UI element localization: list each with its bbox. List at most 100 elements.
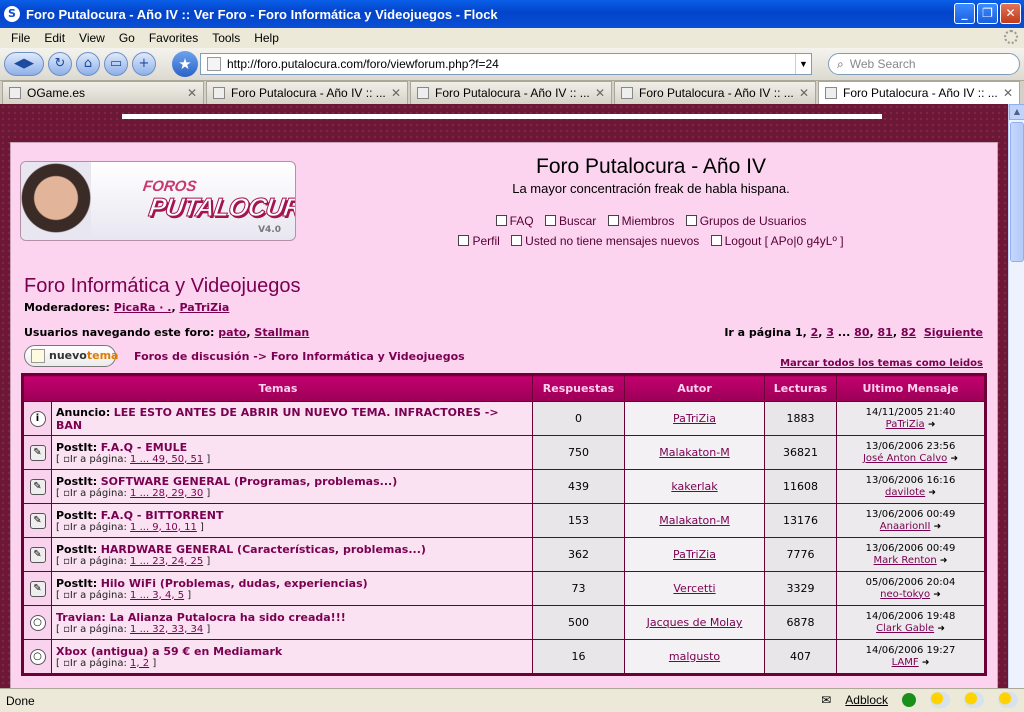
author-link[interactable]: Vercetti: [673, 582, 715, 595]
url-field[interactable]: http://foro.putalocura.com/foro/viewforu…: [200, 53, 812, 75]
go-to-post-icon[interactable]: ➜: [940, 556, 948, 566]
author-link[interactable]: kakerlak: [671, 480, 717, 493]
menu-tools[interactable]: Tools: [205, 31, 247, 45]
forum-title[interactable]: Foro Informática y Videojuegos: [24, 275, 300, 298]
page-links[interactable]: 1 ... 3, 4, 5: [130, 590, 184, 601]
back-forward-button[interactable]: ◀▶: [4, 52, 44, 76]
url-dropdown-icon[interactable]: ▼: [795, 54, 811, 74]
author-link[interactable]: Jacques de Molay: [647, 616, 743, 629]
tab-putalocura-1[interactable]: Foro Putalocura - Año IV :: ... ✕: [206, 81, 408, 104]
maximize-button[interactable]: ❐: [977, 3, 998, 24]
last-post-user[interactable]: LAMF: [892, 657, 919, 668]
menu-favorites[interactable]: Favorites: [142, 31, 205, 45]
new-topic-button[interactable]: nuevotema: [24, 345, 118, 367]
page-links[interactable]: 1 ... 32, 33, 34: [130, 624, 203, 635]
go-to-post-icon[interactable]: ➜: [928, 488, 936, 498]
page-link[interactable]: 82: [901, 326, 916, 339]
home-icon[interactable]: ⌂: [76, 52, 100, 76]
moderator-link[interactable]: PicaRa · .: [114, 301, 172, 314]
mail-icon[interactable]: ✉: [821, 693, 831, 707]
site-logo[interactable]: FOROS PUTALOCURA V4.0: [20, 161, 296, 241]
screen-icon[interactable]: ▭: [104, 52, 128, 76]
new-tab-icon[interactable]: +: [132, 52, 156, 76]
go-to-post-icon[interactable]: ➜: [922, 658, 930, 668]
go-to-post-icon[interactable]: ➜: [934, 522, 942, 532]
menu-view[interactable]: View: [72, 31, 112, 45]
author-link[interactable]: PaTriZia: [673, 412, 716, 425]
go-to-post-icon[interactable]: ➜: [950, 454, 958, 464]
topic-title-link[interactable]: LEE ESTO ANTES DE ABRIR UN NUEVO TEMA. I…: [56, 406, 499, 432]
last-post-user[interactable]: neo-tokyo: [880, 589, 930, 600]
page-link[interactable]: 81: [878, 326, 893, 339]
reload-icon[interactable]: ↻: [48, 52, 72, 76]
last-post-user[interactable]: José Anton Calvo: [863, 453, 947, 464]
favorite-star-icon[interactable]: ★: [172, 51, 198, 77]
logout-link[interactable]: Logout [ APo|0 g4yLº ]: [710, 234, 844, 248]
menu-help[interactable]: Help: [247, 31, 286, 45]
scroll-up-icon[interactable]: ▲: [1009, 104, 1024, 120]
close-tab-icon[interactable]: ✕: [595, 86, 605, 100]
topic-title-link[interactable]: F.A.Q - BITTORRENT: [101, 509, 224, 522]
topic-title-link[interactable]: F.A.Q - EMULE: [101, 441, 187, 454]
messages-link[interactable]: Usted no tiene mensajes nuevos: [511, 234, 699, 248]
vertical-scrollbar[interactable]: ▲: [1008, 104, 1024, 688]
close-window-button[interactable]: ✕: [1000, 3, 1021, 24]
topic-title-link[interactable]: SOFTWARE GENERAL (Programas, problemas..…: [101, 475, 398, 488]
tab-ogame[interactable]: OGame.es ✕: [2, 81, 204, 104]
topic-title-link[interactable]: Xbox (antigua) a 59 € en Mediamark: [56, 645, 282, 658]
menu-go[interactable]: Go: [112, 31, 142, 45]
go-to-post-icon[interactable]: ➜: [933, 590, 941, 600]
author-link[interactable]: PaTriZia: [673, 548, 716, 561]
tab-putalocura-3[interactable]: Foro Putalocura - Año IV :: ... ✕: [614, 81, 816, 104]
page-link[interactable]: 2: [811, 326, 819, 339]
breadcrumb[interactable]: Foros de discusión -> Foro Informática y…: [134, 350, 465, 363]
last-post-user[interactable]: Mark Renton: [874, 555, 937, 566]
flock-app-icon: S: [4, 6, 20, 22]
go-to-post-icon[interactable]: ➜: [937, 624, 945, 634]
page-link[interactable]: 80: [854, 326, 869, 339]
last-post-user[interactable]: Clark Gable: [876, 623, 934, 634]
pages-icon: ▫: [63, 555, 70, 567]
last-post-user[interactable]: davilote: [885, 487, 925, 498]
faq-icon: [495, 215, 507, 226]
author-link[interactable]: malgusto: [669, 650, 720, 663]
moderator-link[interactable]: PaTriZia: [180, 301, 230, 314]
miembros-link[interactable]: Miembros: [607, 214, 674, 228]
author-cell: Malakaton-M: [624, 435, 765, 470]
close-tab-icon[interactable]: ✕: [187, 86, 197, 100]
go-to-post-icon[interactable]: ➜: [928, 420, 936, 430]
topic-title-link[interactable]: Travian: La Alianza Putalocra ha sido cr…: [56, 611, 346, 624]
scroll-thumb[interactable]: [1010, 122, 1024, 262]
last-post-user[interactable]: AnaarionII: [880, 521, 931, 532]
close-tab-icon[interactable]: ✕: [1003, 86, 1013, 100]
buscar-link[interactable]: Buscar: [544, 214, 596, 228]
tab-putalocura-active[interactable]: Foro Putalocura - Año IV :: ... ✕: [818, 81, 1020, 104]
sticky-topic-icon: ✎: [29, 580, 46, 597]
close-tab-icon[interactable]: ✕: [391, 86, 401, 100]
author-link[interactable]: Malakaton-M: [659, 514, 729, 527]
page-links[interactable]: 1 ... 49, 50, 51: [130, 454, 203, 465]
user-link[interactable]: pato: [218, 326, 246, 339]
tab-putalocura-2[interactable]: Foro Putalocura - Año IV :: ... ✕: [410, 81, 612, 104]
topic-title-link[interactable]: Hilo WiFi (Problemas, dudas, experiencia…: [101, 577, 368, 590]
minimize-button[interactable]: _: [954, 3, 975, 24]
page-links[interactable]: 1 ... 9, 10, 11: [130, 522, 197, 533]
page-links[interactable]: 1 ... 23, 24, 25: [130, 556, 203, 567]
perfil-link[interactable]: Perfil: [458, 234, 500, 248]
menu-file[interactable]: File: [4, 31, 37, 45]
author-link[interactable]: Malakaton-M: [659, 446, 729, 459]
mark-all-read-link[interactable]: Marcar todos los temas como leidos: [780, 358, 983, 369]
close-tab-icon[interactable]: ✕: [799, 86, 809, 100]
faq-link[interactable]: FAQ: [495, 214, 534, 228]
topic-title-link[interactable]: HARDWARE GENERAL (Características, probl…: [101, 543, 426, 556]
page-link[interactable]: 3: [826, 326, 834, 339]
last-post-user[interactable]: PaTriZia: [886, 419, 925, 430]
menu-edit[interactable]: Edit: [37, 31, 72, 45]
page-links[interactable]: 1 ... 28, 29, 30: [130, 488, 203, 499]
user-link[interactable]: Stallman: [254, 326, 309, 339]
grupos-link[interactable]: Grupos de Usuarios: [685, 214, 806, 228]
next-page-link[interactable]: Siguiente: [924, 326, 983, 339]
web-search-input[interactable]: ⌕ Web Search: [828, 53, 1020, 75]
page-links[interactable]: 1, 2: [130, 658, 149, 669]
adblock-button[interactable]: Adblock: [845, 693, 888, 707]
